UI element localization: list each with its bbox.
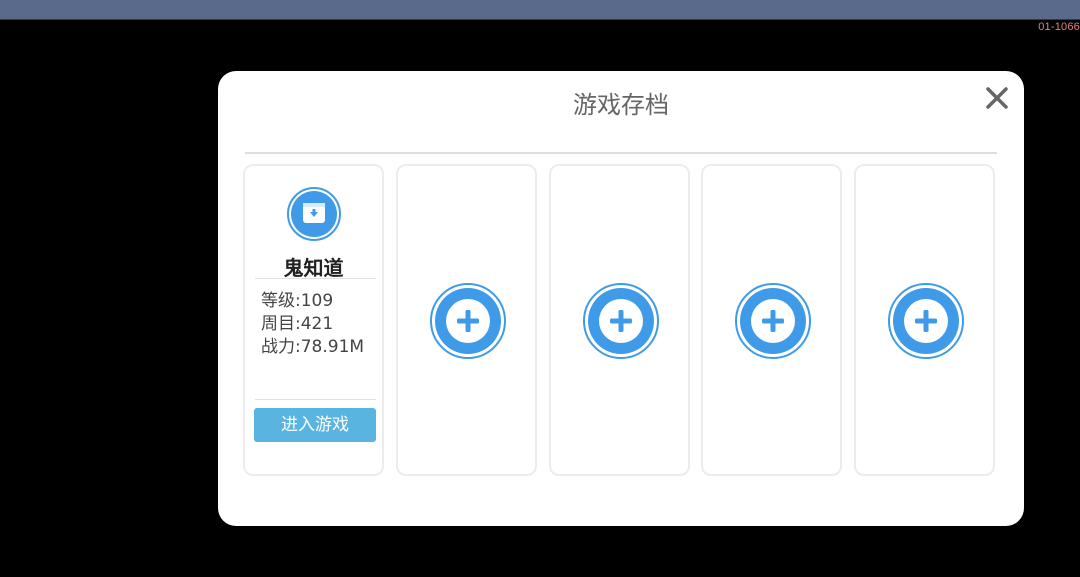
cycle-text: 周目:421	[261, 314, 334, 334]
save-icon	[286, 186, 342, 242]
name-divider	[255, 278, 376, 279]
player-name: 鬼知道	[283, 256, 344, 280]
add-save-button[interactable]	[429, 282, 507, 360]
title-divider	[245, 152, 997, 154]
stats-divider	[255, 399, 376, 400]
dialog-title: 游戏存档	[573, 91, 669, 119]
corner-tag: 01-1066	[1038, 21, 1080, 33]
plus-icon	[735, 283, 811, 359]
close-button[interactable]	[984, 85, 1010, 111]
top-bar-divider	[0, 19, 1080, 20]
enter-game-button[interactable]: 进入游戏	[254, 408, 376, 442]
game-save-dialog: 游戏存档 鬼知道 等级:109 周目:421 战力:78.91M 进入游戏	[218, 71, 1024, 526]
add-save-button[interactable]	[582, 282, 660, 360]
empty-save-slot-3[interactable]	[549, 164, 690, 476]
add-save-button[interactable]	[887, 282, 965, 360]
top-status-bar	[0, 0, 1080, 19]
save-slot-1: 鬼知道 等级:109 周目:421 战力:78.91M 进入游戏	[243, 164, 384, 476]
plus-icon	[888, 283, 964, 359]
level-text: 等级:109	[261, 291, 334, 311]
close-icon	[986, 87, 1008, 109]
empty-save-slot-4[interactable]	[701, 164, 842, 476]
plus-icon	[583, 283, 659, 359]
add-save-button[interactable]	[734, 282, 812, 360]
player-stats: 等级:109 周目:421 战力:78.91M	[261, 290, 364, 359]
power-text: 战力:78.91M	[261, 337, 365, 357]
plus-icon	[430, 283, 506, 359]
empty-save-slot-2[interactable]	[396, 164, 537, 476]
empty-save-slot-5[interactable]	[854, 164, 995, 476]
